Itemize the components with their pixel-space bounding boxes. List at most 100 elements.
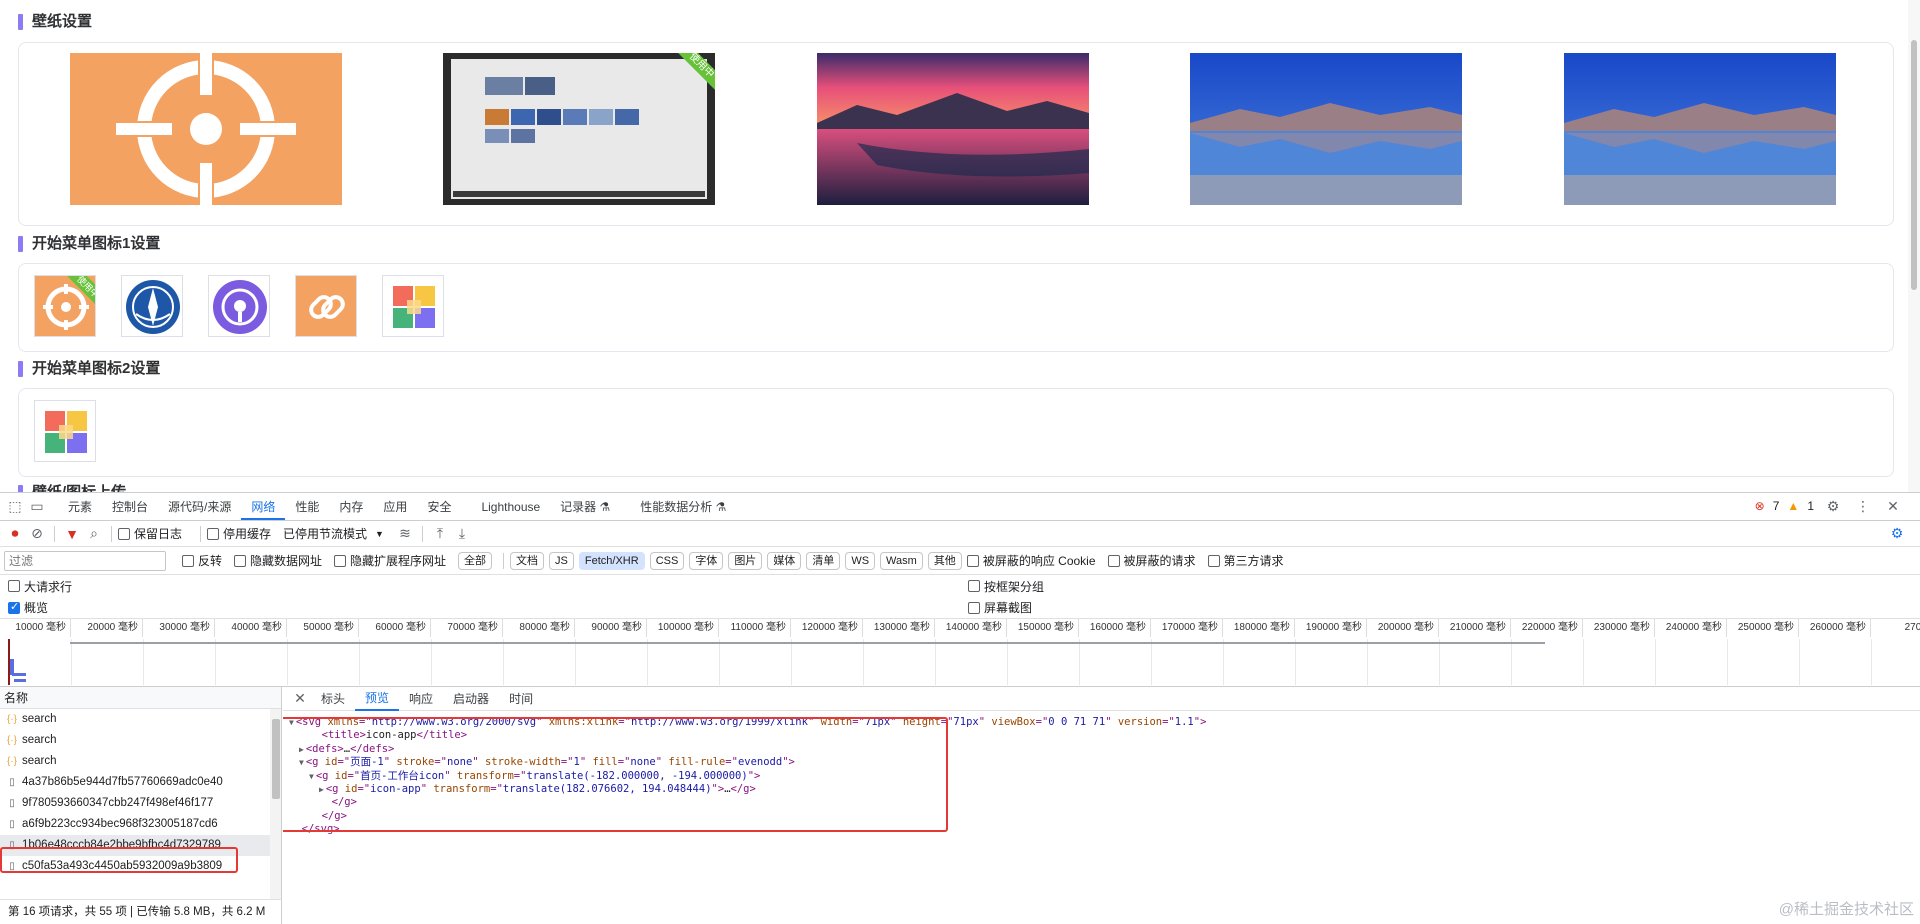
start-icon1-tile-5[interactable] bbox=[382, 275, 444, 337]
hide-extension-urls-checkbox[interactable]: 隐藏扩展程序网址 bbox=[334, 552, 446, 569]
start-icon1-tile-3[interactable] bbox=[208, 275, 270, 337]
tab-memory[interactable]: 内存 bbox=[329, 494, 373, 520]
checkbox-box[interactable] bbox=[8, 580, 20, 592]
close-devtools-icon[interactable]: ✕ bbox=[1882, 495, 1904, 517]
inspect-element-icon[interactable]: ⬚ bbox=[4, 496, 26, 518]
filter-input[interactable] bbox=[4, 550, 166, 571]
close-detail-icon[interactable]: ✕ bbox=[289, 688, 311, 710]
blocked-requests-checkbox[interactable]: 被屏蔽的请求 bbox=[1107, 552, 1196, 569]
detail-tab-preview[interactable]: 预览 bbox=[355, 687, 400, 711]
checkbox-box[interactable] bbox=[118, 527, 130, 540]
tab-network[interactable]: 网络 bbox=[241, 494, 286, 520]
screenshots-checkbox[interactable]: 屏幕截图 bbox=[968, 599, 1032, 616]
tab-elements[interactable]: 元素 bbox=[58, 494, 102, 520]
tab-console[interactable]: 控制台 bbox=[102, 494, 158, 520]
name-column-header[interactable]: 名称 bbox=[0, 687, 281, 709]
request-row[interactable]: ▯ a6f9b223cc934bec968f323005187cd6 bbox=[0, 814, 272, 835]
type-filter-doc[interactable]: 文档 bbox=[510, 551, 545, 570]
error-count[interactable]: 7 bbox=[1773, 499, 1780, 513]
detail-tab-response[interactable]: 响应 bbox=[399, 687, 443, 711]
device-toolbar-icon[interactable]: ▭ bbox=[26, 496, 48, 518]
third-party-checkbox[interactable]: 第三方请求 bbox=[1207, 552, 1284, 569]
checkbox-box[interactable] bbox=[234, 554, 247, 567]
request-row[interactable]: {·} search bbox=[0, 730, 272, 751]
tab-application[interactable]: 应用 bbox=[373, 494, 417, 520]
import-har-icon[interactable]: ⤒ bbox=[429, 523, 451, 545]
timeline-overview[interactable]: 10000 毫秒 20000 毫秒 30000 毫秒 40000 毫秒 50000 毫秒… bbox=[0, 619, 1920, 687]
type-filter-css[interactable]: CSS bbox=[649, 551, 685, 570]
tab-sources[interactable]: 源代码/来源 bbox=[158, 494, 241, 520]
type-filter-fetch-xhr[interactable]: Fetch/XHR bbox=[578, 551, 645, 570]
request-row[interactable]: ▯ 9f780593660347cbb247f498ef46f177 bbox=[0, 793, 272, 814]
error-icon[interactable]: ⊗ bbox=[1755, 499, 1765, 513]
start-icon2-tile-1[interactable] bbox=[34, 400, 96, 462]
type-filter-wasm[interactable]: Wasm bbox=[880, 551, 923, 570]
network-settings-gear-icon[interactable]: ⚙ bbox=[1886, 523, 1908, 545]
type-filter-all[interactable]: 全部 bbox=[458, 551, 493, 570]
settings-gear-icon[interactable]: ⚙ bbox=[1822, 495, 1844, 517]
checkbox-box[interactable] bbox=[207, 527, 220, 540]
start-icon1-tile-4[interactable] bbox=[295, 275, 357, 337]
network-conditions-icon[interactable]: ≋ bbox=[394, 523, 416, 545]
request-row[interactable]: {·} search bbox=[0, 709, 272, 730]
checkbox-box[interactable] bbox=[334, 554, 347, 567]
requests-scrollbar-thumb[interactable] bbox=[272, 719, 280, 799]
disable-cache-label: 停用缓存 bbox=[223, 527, 272, 541]
disable-cache-checkbox[interactable]: 停用缓存 bbox=[207, 525, 271, 542]
filter-funnel-icon[interactable]: ▼ bbox=[61, 523, 83, 545]
export-har-icon[interactable]: ⤓ bbox=[451, 523, 473, 545]
type-filter-font[interactable]: 字体 bbox=[689, 551, 724, 570]
hide-data-urls-checkbox[interactable]: 隐藏数据网址 bbox=[234, 552, 322, 569]
group-by-frame-checkbox[interactable]: 按框架分组 bbox=[968, 578, 1044, 595]
checkbox-box[interactable] bbox=[966, 554, 979, 567]
wallpaper-thumb-1[interactable] bbox=[70, 53, 342, 205]
start-icon1-tile-2[interactable] bbox=[121, 275, 183, 337]
chevron-down-icon[interactable]: ▼ bbox=[375, 529, 384, 539]
search-icon[interactable]: ⌕ bbox=[83, 523, 105, 545]
type-filter-manifest[interactable]: 清单 bbox=[806, 551, 841, 570]
detail-tab-timing[interactable]: 时间 bbox=[499, 687, 543, 711]
network-toolbar: ⏺ ⊘ ▼ ⌕ 保留日志 停用缓存 已停用节流模式 ▼ ≋ ⤒ ⤓ ⚙ bbox=[0, 521, 1920, 547]
request-row[interactable]: ▯ 4a37b86b5e944d7fb57760669adc0e40 bbox=[0, 772, 272, 793]
throttle-select[interactable]: 已停用节流模式 bbox=[283, 525, 367, 542]
warning-icon[interactable]: ▲ bbox=[1787, 499, 1799, 513]
overview-checkbox[interactable]: 概览 bbox=[8, 599, 48, 616]
detail-tab-headers[interactable]: 标头 bbox=[311, 687, 355, 711]
type-filter-media[interactable]: 媒体 bbox=[767, 551, 802, 570]
type-filter-other[interactable]: 其他 bbox=[927, 551, 962, 570]
app-page: 壁纸设置 使用中 开始菜单图标1设置 使用中 开始菜单图标2设置 bbox=[0, 0, 1920, 492]
type-filter-js[interactable]: JS bbox=[549, 551, 574, 570]
page-scrollbar-thumb[interactable] bbox=[1911, 40, 1917, 290]
wallpaper-thumb-2[interactable]: 使用中 bbox=[443, 53, 715, 205]
tab-recorder[interactable]: 记录器 ⚗ bbox=[550, 494, 620, 520]
clear-icon[interactable]: ⊘ bbox=[26, 523, 48, 545]
start-icon1-tile-1[interactable]: 使用中 bbox=[34, 275, 96, 337]
type-filter-img[interactable]: 图片 bbox=[728, 551, 763, 570]
wallpaper-thumb-4[interactable] bbox=[1190, 53, 1462, 205]
wallpaper-thumb-5[interactable] bbox=[1564, 53, 1836, 205]
tab-lighthouse[interactable]: Lighthouse bbox=[471, 494, 550, 520]
record-stop-icon[interactable]: ⏺ bbox=[4, 523, 26, 545]
warning-count[interactable]: 1 bbox=[1807, 499, 1814, 513]
timeline-gridline bbox=[1079, 639, 1080, 685]
type-filter-ws[interactable]: WS bbox=[845, 551, 876, 570]
invert-checkbox[interactable]: 反转 bbox=[182, 552, 222, 569]
big-request-rows-checkbox[interactable]: 大请求行 bbox=[8, 578, 72, 595]
tab-performance-insights[interactable]: 性能数据分析 ⚗ bbox=[630, 494, 736, 520]
page-scrollbar[interactable] bbox=[1908, 0, 1920, 492]
wallpaper-thumb-3[interactable] bbox=[817, 53, 1089, 205]
more-options-icon[interactable]: ⋮ bbox=[1852, 495, 1874, 517]
preserve-log-checkbox[interactable]: 保留日志 bbox=[118, 525, 182, 542]
checkbox-box[interactable] bbox=[1107, 554, 1120, 567]
checkbox-box[interactable] bbox=[182, 554, 194, 567]
checkbox-box-checked[interactable] bbox=[8, 600, 20, 614]
blocked-cookies-checkbox[interactable]: 被屏蔽的响应 Cookie bbox=[966, 552, 1096, 569]
tab-security[interactable]: 安全 bbox=[417, 494, 461, 520]
checkbox-box[interactable] bbox=[968, 580, 980, 592]
tab-performance[interactable]: 性能 bbox=[285, 494, 329, 520]
requests-scrollbar[interactable] bbox=[270, 709, 281, 899]
checkbox-box[interactable] bbox=[1207, 554, 1220, 567]
request-row[interactable]: {·} search bbox=[0, 751, 272, 772]
checkbox-box[interactable] bbox=[968, 601, 980, 614]
detail-tab-initiator[interactable]: 启动器 bbox=[443, 687, 499, 711]
